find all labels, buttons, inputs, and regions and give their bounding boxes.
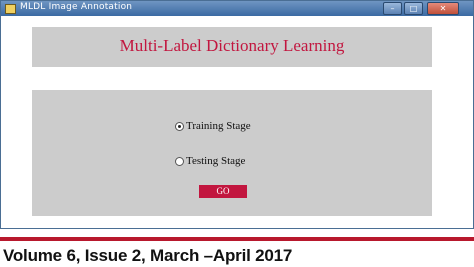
training-stage-label: Training Stage — [186, 120, 251, 132]
window-title: MLDL Image Annotation — [20, 2, 133, 12]
header-panel: Multi-Label Dictionary Learning — [32, 27, 432, 67]
stage-panel: Training Stage Testing Stage GO — [32, 90, 432, 216]
training-stage-option[interactable]: Training Stage — [175, 119, 251, 133]
journal-footer: Volume 6, Issue 2, March –April 2017 — [3, 246, 293, 265]
testing-stage-option[interactable]: Testing Stage — [175, 154, 245, 168]
maximize-button[interactable]: □ — [404, 2, 423, 15]
title-bar[interactable]: MLDL Image Annotation – □ ✕ — [1, 1, 473, 16]
close-button[interactable]: ✕ — [427, 2, 459, 15]
testing-stage-label: Testing Stage — [186, 155, 246, 167]
minimize-button[interactable]: – — [383, 2, 402, 15]
app-heading: Multi-Label Dictionary Learning — [119, 36, 345, 55]
testing-stage-radio[interactable] — [175, 156, 184, 166]
training-stage-radio[interactable] — [175, 121, 184, 131]
footer-divider — [0, 237, 474, 241]
app-icon — [5, 4, 16, 14]
go-button[interactable]: GO — [199, 185, 247, 198]
app-window: MLDL Image Annotation – □ ✕ Multi-Label … — [0, 0, 474, 229]
